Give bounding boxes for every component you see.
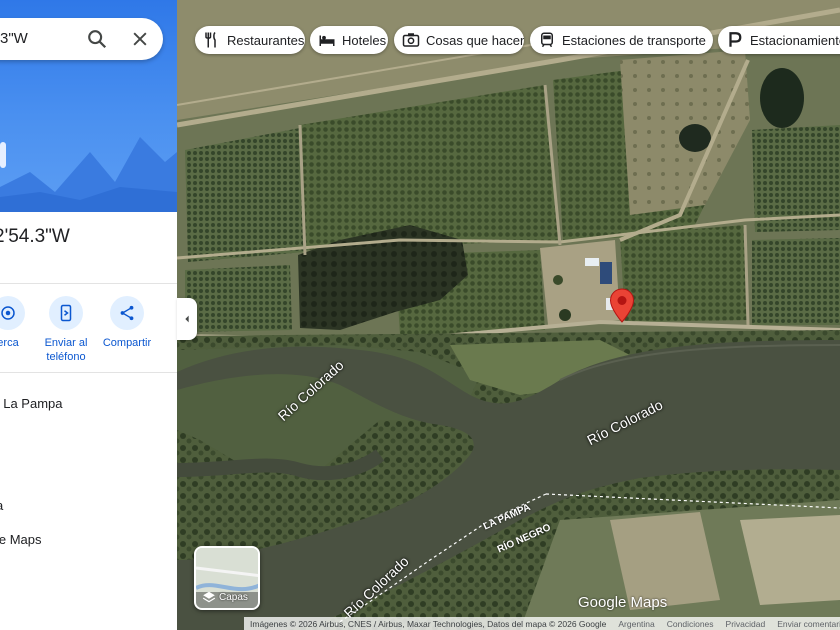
transit-icon (541, 32, 553, 48)
chip-label: Restaurantes (227, 32, 305, 48)
search-box[interactable]: 3"W (0, 18, 163, 60)
map-footer: Imágenes © 2026 Airbus, CNES / Airbus, M… (244, 617, 840, 630)
send-icon-circle (49, 296, 83, 330)
place-title: 2'54.3"W (0, 226, 70, 247)
divider (0, 283, 177, 284)
nearby-icon (1, 306, 15, 320)
divider (0, 372, 177, 373)
send-to-phone-icon (60, 304, 72, 322)
close-icon[interactable] (130, 29, 150, 49)
collapse-panel-button[interactable] (177, 298, 197, 340)
layers-label: Capas (219, 591, 248, 603)
layers-button[interactable]: Capas (194, 546, 260, 610)
nearby-icon-circle (0, 296, 25, 330)
chevron-left-icon (185, 315, 189, 323)
chip-label: Estacionamientos (750, 32, 840, 48)
parking-icon (729, 32, 742, 47)
search-input[interactable]: 3"W (0, 30, 28, 47)
address-line: , La Pampa (0, 396, 63, 411)
privacy-link[interactable]: Privacidad (726, 619, 766, 629)
chip-transit[interactable]: Estaciones de transporte (530, 26, 713, 54)
imagery-attribution: Imágenes © 2026 Airbus, CNES / Airbus, M… (250, 618, 607, 629)
share-button[interactable]: Compartir (95, 296, 159, 350)
hotel-icon (319, 35, 335, 46)
share-icon-circle (110, 296, 144, 330)
share-icon (120, 305, 134, 321)
chip-label: Hoteles (342, 32, 387, 48)
chip-hotels[interactable]: Hoteles (310, 26, 388, 54)
info-line: a (0, 498, 3, 513)
send-to-phone-button[interactable]: Enviar al teléfono (34, 296, 98, 364)
google-maps-logo: Google Maps (578, 594, 668, 611)
place-panel: 3"W 2'54.3"W erca Enviar al teléfono Com… (0, 0, 177, 630)
action-label: Enviar al teléfono (44, 337, 88, 363)
search-icon[interactable] (86, 28, 108, 50)
country-link[interactable]: Argentina (618, 619, 654, 629)
terms-link[interactable]: Condiciones (667, 619, 714, 629)
info-line[interactable]: le Maps (0, 532, 42, 547)
chip-restaurants[interactable]: Restaurantes (195, 26, 305, 54)
chip-parking[interactable]: Estacionamientos (718, 26, 840, 54)
feedback-link[interactable]: Enviar comentarios (777, 619, 840, 629)
chip-label: Cosas que hacer (426, 32, 524, 48)
layers-label-wrap: Capas (202, 590, 248, 604)
chip-label: Estaciones de transporte (562, 32, 706, 48)
mountains-illustration (0, 137, 177, 212)
location-pin-icon[interactable] (609, 288, 635, 324)
chip-things-to-do[interactable]: Cosas que hacer (394, 26, 524, 54)
restaurant-icon (205, 31, 216, 48)
camera-icon (402, 33, 420, 47)
action-label: Compartir (102, 337, 152, 349)
layers-icon (202, 591, 216, 603)
